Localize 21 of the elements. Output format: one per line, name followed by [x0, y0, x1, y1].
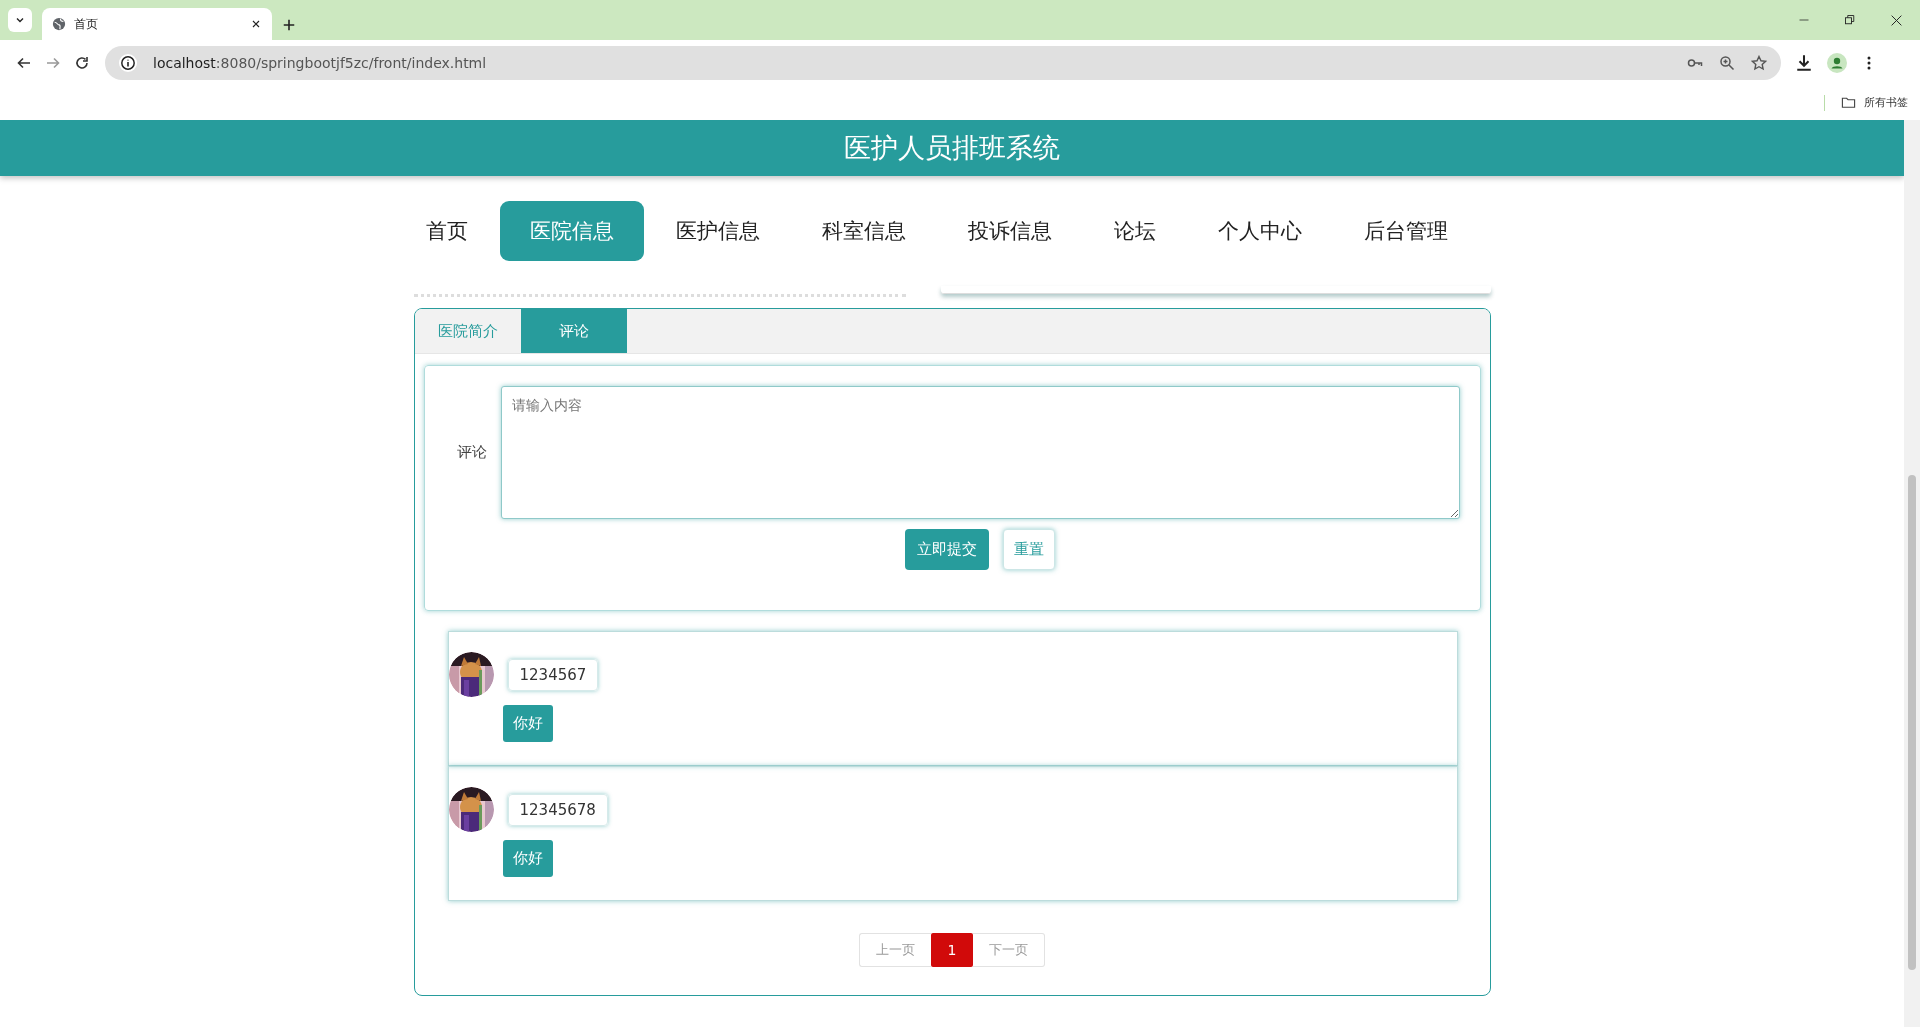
nav-item[interactable]: 科室信息: [792, 201, 936, 261]
comment-text: 你好: [502, 840, 553, 877]
username: 12345678: [507, 793, 608, 826]
comment-text: 你好: [502, 705, 553, 742]
bookmarks-label[interactable]: 所有书签: [1864, 95, 1908, 110]
reset-button[interactable]: 重置: [1003, 529, 1055, 570]
url-text: localhost:8080/springbootjf5zc/front/index.html: [153, 54, 488, 71]
nav-item[interactable]: 首页: [396, 201, 498, 261]
page-number[interactable]: 1: [931, 933, 973, 967]
comment-field[interactable]: 请输入内容: [500, 386, 1460, 519]
nav-item[interactable]: 投诉信息: [938, 201, 1082, 261]
site-title: 医护人员排班系统: [844, 131, 1060, 165]
username: 1234567: [507, 658, 599, 691]
nav-item[interactable]: 后台管理: [1334, 201, 1478, 261]
browser-tab[interactable]: 首页: [42, 8, 272, 40]
field-label: 评论: [455, 443, 488, 462]
nav-item[interactable]: 论坛: [1084, 201, 1186, 261]
nav-item[interactable]: 医护信息: [646, 201, 790, 261]
tab-title: 首页: [74, 15, 99, 33]
address-bar[interactable]: localhost:8080/springbootjf5zc/front/index.html: [105, 45, 1781, 80]
nav-item[interactable]: 个人中心: [1188, 201, 1332, 261]
